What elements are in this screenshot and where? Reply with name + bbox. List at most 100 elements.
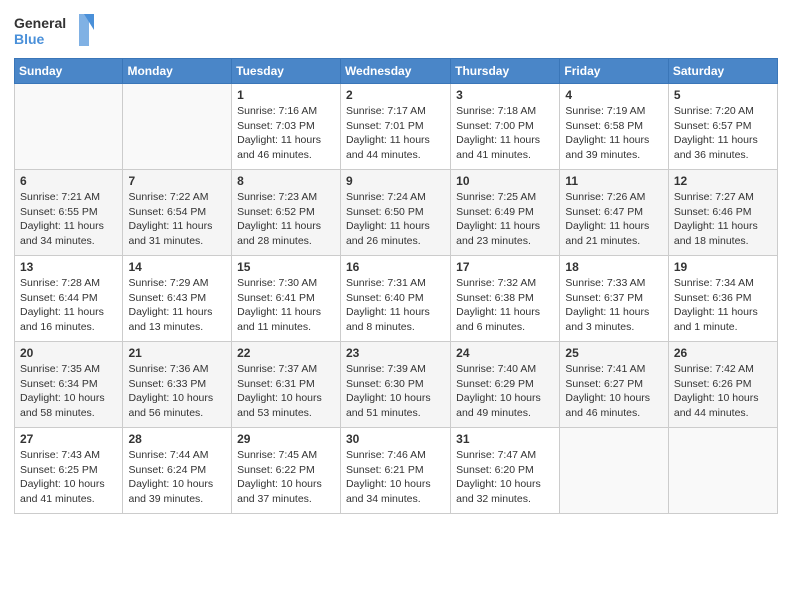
day-cell: 3 Sunrise: 7:18 AM Sunset: 7:00 PM Daylig… bbox=[451, 84, 560, 170]
day-cell: 25 Sunrise: 7:41 AM Sunset: 6:27 PM Dayli… bbox=[560, 342, 668, 428]
day-cell: 24Sunrise: 7:40 AM Sunset: 6:29 PM Dayli… bbox=[451, 342, 560, 428]
day-cell: 20 Sunrise: 7:35 AM Sunset: 6:34 PM Dayli… bbox=[15, 342, 123, 428]
week-row-3: 13 Sunrise: 7:28 AM Sunset: 6:44 PM Dayli… bbox=[15, 256, 778, 342]
day-number: 3 bbox=[456, 88, 554, 102]
day-info: Sunrise: 7:39 AM Sunset: 6:30 PM Dayligh… bbox=[346, 362, 445, 421]
day-number: 26 bbox=[674, 346, 772, 360]
day-cell: 22 Sunrise: 7:37 AM Sunset: 6:31 PM Dayli… bbox=[232, 342, 341, 428]
day-info: Sunrise: 7:16 AM Sunset: 7:03 PM Dayligh… bbox=[237, 104, 335, 163]
day-number: 12 bbox=[674, 174, 772, 188]
day-number: 21 bbox=[128, 346, 226, 360]
day-cell: 4 Sunrise: 7:19 AM Sunset: 6:58 PM Daylig… bbox=[560, 84, 668, 170]
day-number: 1 bbox=[237, 88, 335, 102]
logo-icon: General Blue bbox=[14, 10, 94, 50]
day-number: 15 bbox=[237, 260, 335, 274]
calendar-body: 1 Sunrise: 7:16 AM Sunset: 7:03 PM Daylig… bbox=[15, 84, 778, 514]
week-row-2: 6Sunrise: 7:21 AM Sunset: 6:55 PM Daylig… bbox=[15, 170, 778, 256]
day-cell: 2 Sunrise: 7:17 AM Sunset: 7:01 PM Daylig… bbox=[340, 84, 450, 170]
weekday-header-monday: Monday bbox=[123, 59, 232, 84]
logo: General Blue bbox=[14, 10, 94, 50]
day-info: Sunrise: 7:36 AM Sunset: 6:33 PM Dayligh… bbox=[128, 362, 226, 421]
day-cell: 31 Sunrise: 7:47 AM Sunset: 6:20 PM Dayli… bbox=[451, 428, 560, 514]
day-cell: 21 Sunrise: 7:36 AM Sunset: 6:33 PM Dayli… bbox=[123, 342, 232, 428]
day-info: Sunrise: 7:33 AM Sunset: 6:37 PM Dayligh… bbox=[565, 276, 662, 335]
day-info: Sunrise: 7:28 AM Sunset: 6:44 PM Dayligh… bbox=[20, 276, 117, 335]
weekday-header-saturday: Saturday bbox=[668, 59, 777, 84]
day-number: 4 bbox=[565, 88, 662, 102]
day-number: 13 bbox=[20, 260, 117, 274]
day-number: 10 bbox=[456, 174, 554, 188]
day-number: 25 bbox=[565, 346, 662, 360]
day-info: Sunrise: 7:18 AM Sunset: 7:00 PM Dayligh… bbox=[456, 104, 554, 163]
day-info: Sunrise: 7:26 AM Sunset: 6:47 PM Dayligh… bbox=[565, 190, 662, 249]
day-cell: 13 Sunrise: 7:28 AM Sunset: 6:44 PM Dayli… bbox=[15, 256, 123, 342]
day-info: Sunrise: 7:37 AM Sunset: 6:31 PM Dayligh… bbox=[237, 362, 335, 421]
day-cell: 8Sunrise: 7:23 AM Sunset: 6:52 PM Daylig… bbox=[232, 170, 341, 256]
day-info: Sunrise: 7:47 AM Sunset: 6:20 PM Dayligh… bbox=[456, 448, 554, 507]
day-info: Sunrise: 7:29 AM Sunset: 6:43 PM Dayligh… bbox=[128, 276, 226, 335]
day-info: Sunrise: 7:34 AM Sunset: 6:36 PM Dayligh… bbox=[674, 276, 772, 335]
day-number: 7 bbox=[128, 174, 226, 188]
header: General Blue bbox=[14, 10, 778, 50]
day-number: 23 bbox=[346, 346, 445, 360]
day-cell: 17 Sunrise: 7:32 AM Sunset: 6:38 PM Dayli… bbox=[451, 256, 560, 342]
day-cell: 6Sunrise: 7:21 AM Sunset: 6:55 PM Daylig… bbox=[15, 170, 123, 256]
weekday-header-thursday: Thursday bbox=[451, 59, 560, 84]
day-cell: 27 Sunrise: 7:43 AM Sunset: 6:25 PM Dayli… bbox=[15, 428, 123, 514]
day-cell bbox=[123, 84, 232, 170]
day-number: 27 bbox=[20, 432, 117, 446]
day-cell: 29Sunrise: 7:45 AM Sunset: 6:22 PM Dayli… bbox=[232, 428, 341, 514]
day-number: 6 bbox=[20, 174, 117, 188]
day-number: 16 bbox=[346, 260, 445, 274]
day-number: 2 bbox=[346, 88, 445, 102]
day-cell: 15 Sunrise: 7:30 AM Sunset: 6:41 PM Dayli… bbox=[232, 256, 341, 342]
day-info: Sunrise: 7:46 AM Sunset: 6:21 PM Dayligh… bbox=[346, 448, 445, 507]
day-info: Sunrise: 7:23 AM Sunset: 6:52 PM Dayligh… bbox=[237, 190, 335, 249]
day-cell bbox=[15, 84, 123, 170]
day-number: 22 bbox=[237, 346, 335, 360]
day-info: Sunrise: 7:30 AM Sunset: 6:41 PM Dayligh… bbox=[237, 276, 335, 335]
day-number: 9 bbox=[346, 174, 445, 188]
day-cell: 7 Sunrise: 7:22 AM Sunset: 6:54 PM Daylig… bbox=[123, 170, 232, 256]
weekday-row: SundayMondayTuesdayWednesdayThursdayFrid… bbox=[15, 59, 778, 84]
weekday-header-tuesday: Tuesday bbox=[232, 59, 341, 84]
day-cell: 9 Sunrise: 7:24 AM Sunset: 6:50 PM Daylig… bbox=[340, 170, 450, 256]
day-info: Sunrise: 7:35 AM Sunset: 6:34 PM Dayligh… bbox=[20, 362, 117, 421]
day-info: Sunrise: 7:32 AM Sunset: 6:38 PM Dayligh… bbox=[456, 276, 554, 335]
day-info: Sunrise: 7:40 AM Sunset: 6:29 PM Dayligh… bbox=[456, 362, 554, 421]
day-cell: 23 Sunrise: 7:39 AM Sunset: 6:30 PM Dayli… bbox=[340, 342, 450, 428]
day-info: Sunrise: 7:41 AM Sunset: 6:27 PM Dayligh… bbox=[565, 362, 662, 421]
day-number: 14 bbox=[128, 260, 226, 274]
day-number: 11 bbox=[565, 174, 662, 188]
day-cell bbox=[668, 428, 777, 514]
calendar-header: SundayMondayTuesdayWednesdayThursdayFrid… bbox=[15, 59, 778, 84]
day-cell: 1 Sunrise: 7:16 AM Sunset: 7:03 PM Daylig… bbox=[232, 84, 341, 170]
day-info: Sunrise: 7:24 AM Sunset: 6:50 PM Dayligh… bbox=[346, 190, 445, 249]
day-info: Sunrise: 7:25 AM Sunset: 6:49 PM Dayligh… bbox=[456, 190, 554, 249]
day-cell: 26Sunrise: 7:42 AM Sunset: 6:26 PM Dayli… bbox=[668, 342, 777, 428]
day-info: Sunrise: 7:43 AM Sunset: 6:25 PM Dayligh… bbox=[20, 448, 117, 507]
day-cell: 30 Sunrise: 7:46 AM Sunset: 6:21 PM Dayli… bbox=[340, 428, 450, 514]
day-info: Sunrise: 7:22 AM Sunset: 6:54 PM Dayligh… bbox=[128, 190, 226, 249]
week-row-4: 20 Sunrise: 7:35 AM Sunset: 6:34 PM Dayli… bbox=[15, 342, 778, 428]
day-number: 17 bbox=[456, 260, 554, 274]
day-cell: 10 Sunrise: 7:25 AM Sunset: 6:49 PM Dayli… bbox=[451, 170, 560, 256]
day-info: Sunrise: 7:19 AM Sunset: 6:58 PM Dayligh… bbox=[565, 104, 662, 163]
day-cell: 18 Sunrise: 7:33 AM Sunset: 6:37 PM Dayli… bbox=[560, 256, 668, 342]
day-number: 20 bbox=[20, 346, 117, 360]
svg-text:Blue: Blue bbox=[14, 31, 45, 47]
day-cell: 28Sunrise: 7:44 AM Sunset: 6:24 PM Dayli… bbox=[123, 428, 232, 514]
day-cell: 5 Sunrise: 7:20 AM Sunset: 6:57 PM Daylig… bbox=[668, 84, 777, 170]
weekday-header-sunday: Sunday bbox=[15, 59, 123, 84]
day-number: 18 bbox=[565, 260, 662, 274]
day-info: Sunrise: 7:27 AM Sunset: 6:46 PM Dayligh… bbox=[674, 190, 772, 249]
page: General Blue SundayMondayTuesdayWednesda… bbox=[0, 0, 792, 612]
day-number: 31 bbox=[456, 432, 554, 446]
day-info: Sunrise: 7:31 AM Sunset: 6:40 PM Dayligh… bbox=[346, 276, 445, 335]
calendar-table: SundayMondayTuesdayWednesdayThursdayFrid… bbox=[14, 58, 778, 514]
day-info: Sunrise: 7:20 AM Sunset: 6:57 PM Dayligh… bbox=[674, 104, 772, 163]
day-number: 30 bbox=[346, 432, 445, 446]
day-number: 28 bbox=[128, 432, 226, 446]
day-info: Sunrise: 7:17 AM Sunset: 7:01 PM Dayligh… bbox=[346, 104, 445, 163]
day-number: 5 bbox=[674, 88, 772, 102]
